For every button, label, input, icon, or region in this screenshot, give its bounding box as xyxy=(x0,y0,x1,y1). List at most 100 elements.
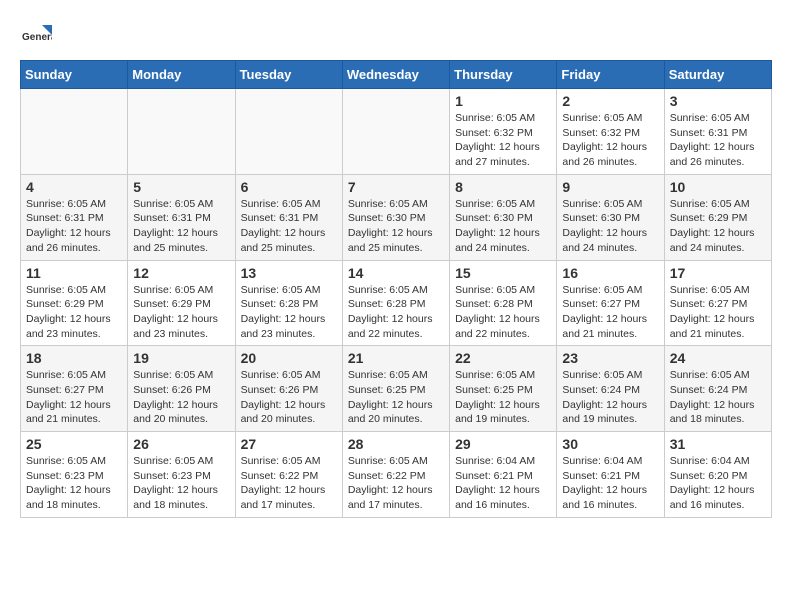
day-number: 13 xyxy=(241,265,337,281)
day-info: Sunrise: 6:05 AM Sunset: 6:23 PM Dayligh… xyxy=(26,454,122,513)
day-info: Sunrise: 6:05 AM Sunset: 6:31 PM Dayligh… xyxy=(133,197,229,256)
calendar-cell: 5Sunrise: 6:05 AM Sunset: 6:31 PM Daylig… xyxy=(128,174,235,260)
calendar-cell: 14Sunrise: 6:05 AM Sunset: 6:28 PM Dayli… xyxy=(342,260,449,346)
day-info: Sunrise: 6:04 AM Sunset: 6:21 PM Dayligh… xyxy=(455,454,551,513)
day-info: Sunrise: 6:05 AM Sunset: 6:31 PM Dayligh… xyxy=(26,197,122,256)
calendar-cell: 30 Sunrise: 6:04 AM Sunset: 6:21 PM Dayli… xyxy=(557,432,664,518)
day-info: Sunrise: 6:05 AM Sunset: 6:27 PM Dayligh… xyxy=(26,368,122,427)
day-info: Sunrise: 6:05 AM Sunset: 6:31 PM Dayligh… xyxy=(670,111,766,170)
day-info: Sunrise: 6:05 AM Sunset: 6:27 PM Dayligh… xyxy=(562,283,658,342)
calendar-cell: 16 Sunrise: 6:05 AM Sunset: 6:27 PM Dayli… xyxy=(557,260,664,346)
calendar-cell: 6Sunrise: 6:05 AM Sunset: 6:31 PM Daylig… xyxy=(235,174,342,260)
day-number: 14 xyxy=(348,265,444,281)
day-number: 23 xyxy=(562,350,658,366)
day-info: Sunrise: 6:05 AM Sunset: 6:27 PM Dayligh… xyxy=(670,283,766,342)
calendar-cell: 21 Sunrise: 6:05 AM Sunset: 6:25 PM Dayli… xyxy=(342,346,449,432)
day-number: 21 xyxy=(348,350,444,366)
weekday-header-monday: Monday xyxy=(128,61,235,89)
day-number: 30 xyxy=(562,436,658,452)
day-info: Sunrise: 6:05 AM Sunset: 6:24 PM Dayligh… xyxy=(562,368,658,427)
day-number: 31 xyxy=(670,436,766,452)
weekday-header-thursday: Thursday xyxy=(450,61,557,89)
calendar-cell: 17 Sunrise: 6:05 AM Sunset: 6:27 PM Dayli… xyxy=(664,260,771,346)
svg-text:General: General xyxy=(22,32,52,43)
day-info: Sunrise: 6:05 AM Sunset: 6:26 PM Dayligh… xyxy=(241,368,337,427)
day-info: Sunrise: 6:05 AM Sunset: 6:28 PM Dayligh… xyxy=(455,283,551,342)
calendar-cell: 24 Sunrise: 6:05 AM Sunset: 6:24 PM Dayli… xyxy=(664,346,771,432)
day-info: Sunrise: 6:05 AM Sunset: 6:30 PM Dayligh… xyxy=(348,197,444,256)
day-number: 27 xyxy=(241,436,337,452)
calendar-cell xyxy=(342,89,449,175)
calendar-cell: 31 Sunrise: 6:04 AM Sunset: 6:20 PM Dayli… xyxy=(664,432,771,518)
day-info: Sunrise: 6:04 AM Sunset: 6:20 PM Dayligh… xyxy=(670,454,766,513)
day-info: Sunrise: 6:05 AM Sunset: 6:29 PM Dayligh… xyxy=(670,197,766,256)
day-number: 25 xyxy=(26,436,122,452)
day-info: Sunrise: 6:05 AM Sunset: 6:31 PM Dayligh… xyxy=(241,197,337,256)
calendar-cell: 7 Sunrise: 6:05 AM Sunset: 6:30 PM Daylig… xyxy=(342,174,449,260)
calendar-cell: 15 Sunrise: 6:05 AM Sunset: 6:28 PM Dayli… xyxy=(450,260,557,346)
weekday-header-friday: Friday xyxy=(557,61,664,89)
calendar-cell: 3 Sunrise: 6:05 AM Sunset: 6:31 PM Daylig… xyxy=(664,89,771,175)
calendar-cell: 28 Sunrise: 6:05 AM Sunset: 6:22 PM Dayli… xyxy=(342,432,449,518)
page-header: General xyxy=(20,20,772,50)
day-info: Sunrise: 6:05 AM Sunset: 6:32 PM Dayligh… xyxy=(455,111,551,170)
calendar-cell xyxy=(128,89,235,175)
calendar-cell: 12Sunrise: 6:05 AM Sunset: 6:29 PM Dayli… xyxy=(128,260,235,346)
day-number: 22 xyxy=(455,350,551,366)
day-number: 28 xyxy=(348,436,444,452)
calendar-cell xyxy=(235,89,342,175)
calendar-cell: 26 Sunrise: 6:05 AM Sunset: 6:23 PM Dayli… xyxy=(128,432,235,518)
logo-icon: General xyxy=(22,20,52,50)
day-number: 17 xyxy=(670,265,766,281)
weekday-header-tuesday: Tuesday xyxy=(235,61,342,89)
calendar-cell: 20 Sunrise: 6:05 AM Sunset: 6:26 PM Dayli… xyxy=(235,346,342,432)
day-number: 15 xyxy=(455,265,551,281)
day-number: 16 xyxy=(562,265,658,281)
day-number: 1 xyxy=(455,93,551,109)
day-info: Sunrise: 6:05 AM Sunset: 6:29 PM Dayligh… xyxy=(133,283,229,342)
calendar-header: SundayMondayTuesdayWednesdayThursdayFrid… xyxy=(21,61,772,89)
calendar-cell: 8 Sunrise: 6:05 AM Sunset: 6:30 PM Daylig… xyxy=(450,174,557,260)
calendar-cell: 2 Sunrise: 6:05 AM Sunset: 6:32 PM Daylig… xyxy=(557,89,664,175)
day-number: 10 xyxy=(670,179,766,195)
day-number: 11 xyxy=(26,265,122,281)
calendar-cell xyxy=(21,89,128,175)
day-info: Sunrise: 6:05 AM Sunset: 6:29 PM Dayligh… xyxy=(26,283,122,342)
day-number: 26 xyxy=(133,436,229,452)
calendar-table: SundayMondayTuesdayWednesdayThursdayFrid… xyxy=(20,60,772,518)
calendar-cell: 10 Sunrise: 6:05 AM Sunset: 6:29 PM Dayli… xyxy=(664,174,771,260)
day-number: 29 xyxy=(455,436,551,452)
day-number: 24 xyxy=(670,350,766,366)
day-info: Sunrise: 6:05 AM Sunset: 6:22 PM Dayligh… xyxy=(348,454,444,513)
day-number: 2 xyxy=(562,93,658,109)
day-info: Sunrise: 6:05 AM Sunset: 6:24 PM Dayligh… xyxy=(670,368,766,427)
day-info: Sunrise: 6:05 AM Sunset: 6:26 PM Dayligh… xyxy=(133,368,229,427)
day-info: Sunrise: 6:04 AM Sunset: 6:21 PM Dayligh… xyxy=(562,454,658,513)
calendar-cell: 13 Sunrise: 6:05 AM Sunset: 6:28 PM Dayli… xyxy=(235,260,342,346)
logo: General xyxy=(20,20,54,50)
weekday-header-saturday: Saturday xyxy=(664,61,771,89)
day-number: 4 xyxy=(26,179,122,195)
day-info: Sunrise: 6:05 AM Sunset: 6:22 PM Dayligh… xyxy=(241,454,337,513)
day-number: 7 xyxy=(348,179,444,195)
calendar-cell: 29 Sunrise: 6:04 AM Sunset: 6:21 PM Dayli… xyxy=(450,432,557,518)
calendar-cell: 19Sunrise: 6:05 AM Sunset: 6:26 PM Dayli… xyxy=(128,346,235,432)
day-info: Sunrise: 6:05 AM Sunset: 6:25 PM Dayligh… xyxy=(348,368,444,427)
day-info: Sunrise: 6:05 AM Sunset: 6:23 PM Dayligh… xyxy=(133,454,229,513)
day-info: Sunrise: 6:05 AM Sunset: 6:32 PM Dayligh… xyxy=(562,111,658,170)
day-info: Sunrise: 6:05 AM Sunset: 6:28 PM Dayligh… xyxy=(241,283,337,342)
calendar-cell: 1 Sunrise: 6:05 AM Sunset: 6:32 PM Daylig… xyxy=(450,89,557,175)
day-number: 3 xyxy=(670,93,766,109)
day-info: Sunrise: 6:05 AM Sunset: 6:25 PM Dayligh… xyxy=(455,368,551,427)
calendar-cell: 25 Sunrise: 6:05 AM Sunset: 6:23 PM Dayli… xyxy=(21,432,128,518)
calendar-cell: 11 Sunrise: 6:05 AM Sunset: 6:29 PM Dayli… xyxy=(21,260,128,346)
calendar-cell: 9Sunrise: 6:05 AM Sunset: 6:30 PM Daylig… xyxy=(557,174,664,260)
day-info: Sunrise: 6:05 AM Sunset: 6:30 PM Dayligh… xyxy=(455,197,551,256)
weekday-header-sunday: Sunday xyxy=(21,61,128,89)
day-number: 20 xyxy=(241,350,337,366)
calendar-cell: 23 Sunrise: 6:05 AM Sunset: 6:24 PM Dayli… xyxy=(557,346,664,432)
calendar-cell: 22 Sunrise: 6:05 AM Sunset: 6:25 PM Dayli… xyxy=(450,346,557,432)
day-number: 8 xyxy=(455,179,551,195)
calendar-cell: 27 Sunrise: 6:05 AM Sunset: 6:22 PM Dayli… xyxy=(235,432,342,518)
day-info: Sunrise: 6:05 AM Sunset: 6:30 PM Dayligh… xyxy=(562,197,658,256)
